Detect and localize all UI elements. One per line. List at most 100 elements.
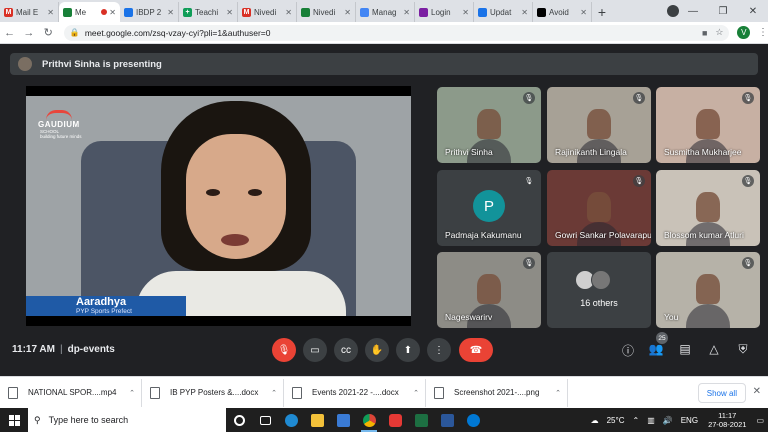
participant-tile[interactable]: Prithvi Sinha 🎙 [437, 87, 541, 163]
tab-favicon-icon: M [4, 7, 13, 17]
minimize-icon[interactable]: — [678, 6, 708, 17]
bookmark-star-icon[interactable]: ☆ [715, 27, 723, 38]
browser-tab-7[interactable]: Login ✕ [415, 2, 474, 22]
camera-permission-icon[interactable]: ■ [702, 28, 707, 38]
browser-tab-0[interactable]: M Mail E ✕ [0, 2, 59, 22]
browser-menu-icon[interactable]: ⋮ [758, 27, 768, 38]
weather-icon[interactable]: ☁ [591, 416, 599, 425]
captions-button[interactable]: cc [334, 338, 358, 362]
edge-icon[interactable] [278, 408, 304, 432]
notifications-icon[interactable]: ▭ [756, 416, 764, 425]
participant-tile[interactable]: Susmitha Mukharjee 🎙 [656, 87, 760, 163]
chrome-icon[interactable] [356, 408, 382, 432]
presentation-video[interactable]: GAUDIUM SCHOOL building future minds Aar… [26, 86, 411, 326]
chevron-up-icon[interactable]: ⌃ [413, 389, 419, 397]
chat-icon[interactable]: ▤ [677, 342, 693, 356]
help-icon[interactable] [460, 408, 486, 432]
new-tab-button[interactable]: + [592, 2, 612, 22]
chevron-up-icon[interactable]: ⌃ [555, 389, 561, 397]
tab-close-icon[interactable]: ✕ [403, 8, 410, 17]
participant-tile[interactable]: Blossom kumar Atluri 🎙 [656, 170, 760, 246]
tray-time: 11:17 [718, 411, 737, 420]
participant-tile[interactable]: Gowri Sankar Polavarapu 🎙 [547, 170, 651, 246]
more-options-button[interactable]: ⋮ [427, 338, 451, 362]
excel-icon[interactable] [408, 408, 434, 432]
browser-tab-6[interactable]: Manag ✕ [356, 2, 415, 22]
tab-close-icon[interactable]: ✕ [462, 8, 469, 17]
participant-tile[interactable]: 16 others [547, 252, 651, 328]
forward-icon[interactable]: → [19, 27, 38, 39]
restore-icon[interactable]: ❐ [708, 6, 738, 17]
tab-close-icon[interactable]: ✕ [580, 8, 587, 17]
tab-label: Updat [490, 7, 512, 17]
profile-avatar[interactable]: V [737, 26, 750, 39]
participant-name: Gowri Sankar Polavarapu [555, 230, 651, 240]
browser-tab-5[interactable]: Nivedi ✕ [297, 2, 356, 22]
presenting-text: Prithvi Sinha is presenting [42, 58, 162, 70]
raise-hand-button[interactable]: ✋ [365, 338, 389, 362]
meeting-time: 11:17 AM [12, 344, 55, 355]
browser-tab-2[interactable]: IBDP 2 ✕ [120, 2, 179, 22]
windows-start-icon[interactable] [0, 408, 28, 432]
show-all-button[interactable]: Show all [697, 383, 746, 403]
camera-button[interactable]: ▭ [303, 338, 327, 362]
url-text[interactable]: meet.google.com/zsq-vzay-cyi?pli=1&authu… [85, 28, 694, 38]
tray-clock[interactable]: 11:17 27-08-2021 [708, 411, 746, 429]
download-item[interactable]: NATIONAL SPOR....mp4 ⌃ [0, 378, 142, 407]
chevron-up-icon[interactable]: ⌃ [271, 389, 277, 397]
tab-favicon-icon [124, 7, 133, 17]
language-indicator[interactable]: ENG [681, 416, 698, 425]
taskbar-search[interactable]: ⚲ Type here to search [28, 408, 226, 432]
tab-close-icon[interactable]: ✕ [167, 8, 174, 17]
participant-name: Padmaja Kakumanu [445, 230, 522, 240]
tray-chevron-icon[interactable]: ⌃ [632, 416, 639, 425]
present-icon: ⬆ [403, 344, 413, 356]
lock-icon[interactable]: 🔒 [70, 28, 80, 37]
task-view-icon[interactable] [252, 408, 278, 432]
tab-close-icon[interactable]: ✕ [47, 8, 54, 17]
tab-close-icon[interactable]: ✕ [344, 8, 351, 17]
download-item[interactable]: Events 2021-22 -....docx ⌃ [284, 378, 426, 407]
participant-tile[interactable]: Rajinikanth Lingala 🎙 [547, 87, 651, 163]
activities-icon[interactable]: △ [706, 342, 722, 356]
browser-tab-9[interactable]: Avoid ✕ [533, 2, 592, 22]
info-icon[interactable]: ⓘ [620, 342, 636, 359]
school-name: GAUDIUM [38, 120, 80, 129]
file-explorer-icon[interactable] [304, 408, 330, 432]
download-item[interactable]: IB PYP Posters &....docx ⌃ [142, 378, 284, 407]
weather-temp[interactable]: 25°C [607, 416, 625, 425]
tab-favicon-icon: M [242, 7, 251, 17]
tab-close-icon[interactable]: ✕ [226, 8, 233, 17]
tab-label: Login [431, 7, 451, 17]
system-tray: ☁ 25°C ⌃ ▥ 🔊 ENG 11:17 27-08-2021 ▭ [587, 408, 768, 432]
host-controls-icon[interactable]: ⛨ [735, 342, 751, 357]
mic-off-button[interactable]: 🎙 [272, 338, 296, 362]
present-button[interactable]: ⬆ [396, 338, 420, 362]
recorder-icon[interactable] [382, 408, 408, 432]
browser-tab-4[interactable]: M Nivedi ✕ [238, 2, 297, 22]
browser-tab-1[interactable]: Me ✕ [59, 2, 120, 22]
participant-tile[interactable]: You 🎙 [656, 252, 760, 328]
address-bar[interactable]: 🔒 meet.google.com/zsq-vzay-cyi?pli=1&aut… [63, 24, 730, 41]
participant-tile[interactable]: P Padmaja Kakumanu 🎙 [437, 170, 541, 246]
browser-tab-3[interactable]: + Teachi ✕ [179, 2, 238, 22]
chevron-up-icon[interactable]: ⌃ [129, 389, 135, 397]
leave-call-button[interactable]: ☎ [459, 338, 493, 362]
close-window-icon[interactable]: ✕ [738, 6, 768, 17]
tab-close-icon[interactable]: ✕ [109, 8, 116, 17]
close-shelf-icon[interactable]: ✕ [753, 386, 761, 397]
browser-tab-8[interactable]: Updat ✕ [474, 2, 533, 22]
people-icon[interactable]: 👥 [648, 342, 664, 356]
store-icon[interactable] [330, 408, 356, 432]
download-item[interactable]: Screenshot 2021-....png ⌃ [426, 378, 568, 407]
back-icon[interactable]: ← [0, 27, 19, 39]
tab-close-icon[interactable]: ✕ [521, 8, 528, 17]
word-icon[interactable] [434, 408, 460, 432]
volume-icon[interactable]: 🔊 [663, 416, 673, 425]
tab-close-icon[interactable]: ✕ [285, 8, 292, 17]
reload-icon[interactable]: ↻ [39, 26, 58, 39]
file-icon [434, 386, 444, 399]
participant-tile[interactable]: Nageswarirv 🎙 [437, 252, 541, 328]
network-icon[interactable]: ▥ [647, 416, 655, 425]
cortana-icon[interactable] [226, 408, 252, 432]
